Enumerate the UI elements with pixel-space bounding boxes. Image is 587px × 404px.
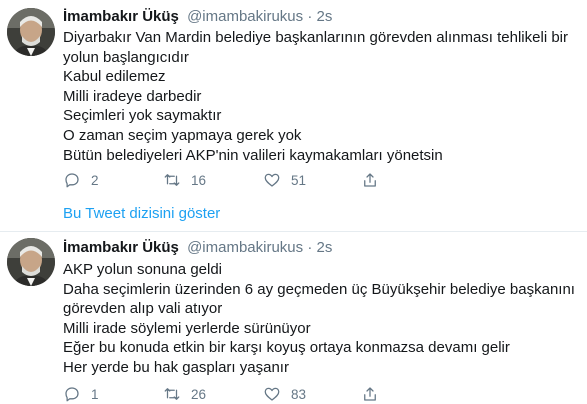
share-icon: [364, 173, 376, 187]
like-count: 83: [291, 386, 307, 402]
retweet-button[interactable]: 16: [163, 170, 206, 190]
separator-dot: ·: [307, 239, 313, 256]
tweet-text-line: Seçimleri yok saymaktır: [63, 107, 222, 125]
avatar[interactable]: [7, 8, 55, 56]
reply-count: 1: [91, 386, 99, 402]
share-button[interactable]: [361, 384, 379, 404]
share-button[interactable]: [361, 170, 379, 190]
timestamp[interactable]: 2s: [317, 8, 333, 25]
avatar-photo: [7, 238, 55, 286]
tweet-actions: 2 16 51: [63, 170, 383, 190]
user-handle[interactable]: @imambakirukus: [187, 8, 303, 25]
tweet-text-line: Diyarbakır Van Mardin belediye başkanlar…: [63, 29, 568, 46]
tweet-text-line: Eğer bu konuda etkin bir karşı koyuş ort…: [63, 339, 510, 357]
like-icon: [264, 173, 280, 187]
separator-dot: ·: [307, 8, 313, 25]
avatar-photo: [7, 8, 55, 56]
like-button[interactable]: 83: [263, 384, 306, 404]
tweet-2[interactable]: İmambakır Üküş @imambakirukus · 2s AKP y…: [0, 232, 587, 404]
like-button[interactable]: 51: [263, 170, 306, 190]
tweet-text-line: Kabul edilemez: [63, 68, 166, 86]
tweet-text-line: Bütün belediyeleri AKP'nin valileri kaym…: [63, 146, 443, 164]
tweet-text-line: Daha seçimlerin üzerinden 6 ay geçmeden …: [63, 280, 575, 298]
reply-count: 2: [91, 172, 99, 188]
retweet-button[interactable]: 26: [163, 384, 206, 404]
retweet-count: 26: [191, 386, 207, 402]
share-icon: [364, 387, 376, 401]
avatar[interactable]: [7, 238, 55, 286]
retweet-count: 16: [191, 172, 207, 188]
user-handle[interactable]: @imambakirukus: [187, 239, 303, 256]
like-icon: [264, 387, 280, 401]
reply-button[interactable]: 2: [63, 170, 99, 190]
tweet-text: AKP yolun sonuna geldi Daha seçimlerin ü…: [63, 260, 578, 378]
tweet-header: İmambakır Üküş @imambakirukus · 2s: [63, 8, 332, 26]
tweet-text-line: Her yerde bu hak gaspları yaşanır: [63, 358, 289, 376]
reply-icon: [65, 387, 79, 402]
reply-button[interactable]: 1: [63, 384, 99, 404]
tweet-text-line: AKP yolun sonuna geldi: [63, 261, 223, 278]
show-thread-link[interactable]: Bu Tweet dizisini göster: [63, 205, 220, 222]
tweet-text-line: Milli iradeye darbedir: [63, 87, 202, 105]
timestamp[interactable]: 2s: [317, 239, 333, 256]
display-name[interactable]: İmambakır Üküş: [63, 8, 179, 25]
display-name[interactable]: İmambakır Üküş: [63, 239, 179, 256]
retweet-icon: [164, 174, 180, 186]
tweet-text-line: yolun başlangıcıdır: [63, 48, 189, 66]
tweet-1[interactable]: İmambakır Üküş @imambakirukus · 2s Diyar…: [0, 0, 587, 232]
tweet-text-line: Milli irade söylemi yerlerde sürünüyor: [63, 319, 311, 337]
tweet-text-line: görevden alıp vali atıyor: [63, 300, 223, 318]
retweet-icon: [164, 388, 180, 400]
tweet-text-line: O zaman seçim yapmaya gerek yok: [63, 126, 302, 144]
tweet-header: İmambakır Üküş @imambakirukus · 2s: [63, 239, 332, 257]
tweet-text: Diyarbakır Van Mardin belediye başkanlar…: [63, 28, 578, 165]
reply-icon: [65, 173, 79, 188]
tweet-actions: 1 26 83: [63, 384, 383, 404]
like-count: 51: [291, 172, 307, 188]
